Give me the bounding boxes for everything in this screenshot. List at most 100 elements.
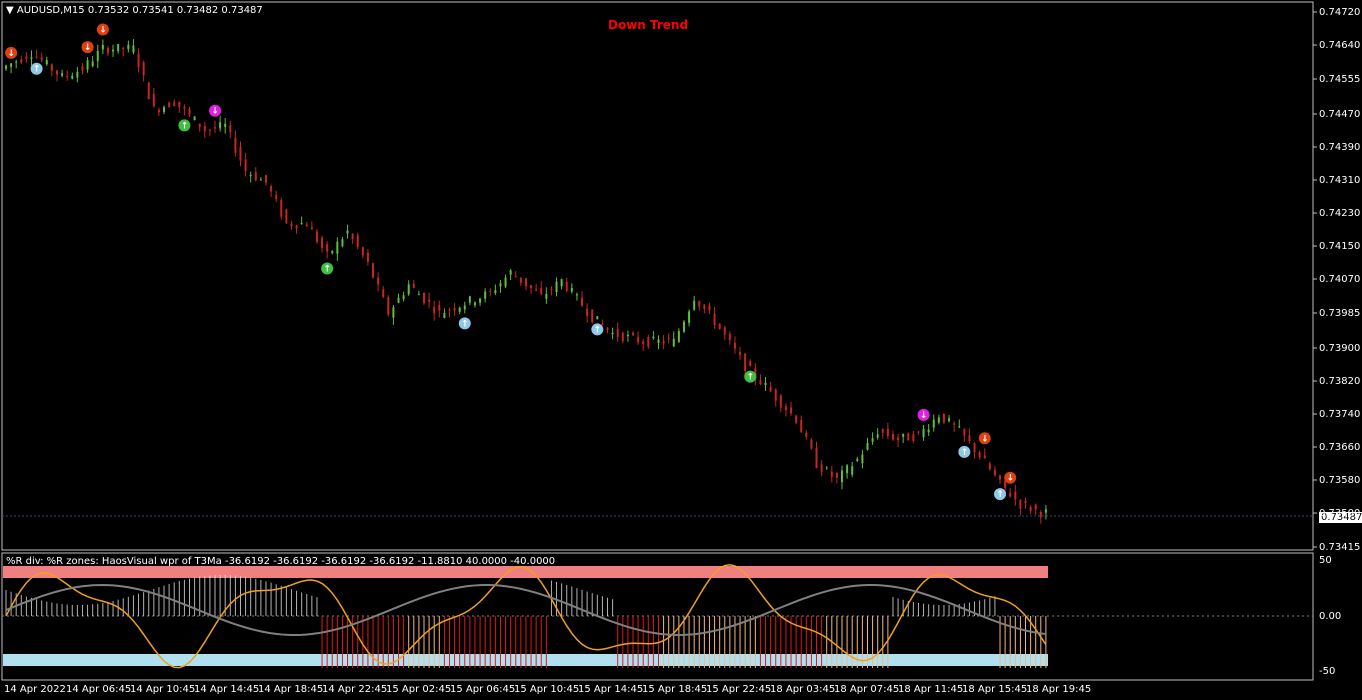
candle-body — [545, 293, 548, 299]
candle-body — [61, 73, 64, 76]
candle-body — [897, 437, 900, 441]
candle-body — [489, 290, 492, 292]
candle-body — [40, 57, 43, 61]
candle-body — [5, 65, 7, 70]
candle-body — [948, 418, 951, 422]
candle-body — [871, 438, 874, 442]
candle-body — [458, 307, 461, 312]
candle-body — [1024, 500, 1027, 504]
candle-body — [178, 101, 181, 108]
candle-body — [55, 70, 58, 75]
candle-body — [117, 43, 120, 51]
candle-body — [570, 287, 573, 292]
candle-body — [616, 328, 619, 337]
price-tick-label: 0.73660 — [1319, 442, 1361, 453]
candle-body — [876, 434, 879, 438]
candle-body — [315, 231, 318, 243]
candle-body — [540, 288, 543, 294]
candle-body — [978, 452, 981, 458]
candle-body — [198, 123, 201, 128]
candle-body — [463, 305, 466, 310]
candle-body — [988, 463, 991, 470]
candle-body — [71, 75, 74, 79]
candle-body — [157, 109, 160, 113]
candle-body — [494, 290, 497, 294]
candle-body — [137, 53, 140, 68]
candle-body — [300, 223, 303, 225]
candle-body — [473, 302, 476, 306]
candle-body — [703, 304, 706, 309]
price-tick-label: 0.73580 — [1319, 475, 1361, 486]
candle-body — [188, 108, 191, 115]
price-tick-label: 0.74720 — [1319, 7, 1361, 18]
candle-body — [112, 49, 115, 52]
candle-body — [264, 175, 267, 183]
candle-body — [682, 321, 685, 332]
candle-body — [881, 429, 884, 433]
candle-body — [336, 241, 339, 254]
candle-body — [805, 432, 808, 437]
time-tick-label: 18 Apr 03:45 — [770, 684, 836, 695]
candle-body — [565, 281, 568, 291]
candle-body — [366, 252, 369, 262]
symbol-ohlc-text: AUDUSD,M15 0.73532 0.73541 0.73482 0.734… — [16, 5, 263, 16]
candle-body — [937, 417, 940, 423]
candle-body — [285, 209, 288, 223]
candle-body — [499, 283, 502, 287]
candle-body — [606, 327, 609, 330]
candle-body — [81, 66, 84, 71]
candle-body — [723, 327, 726, 335]
candle-body — [356, 235, 359, 247]
candle-body — [168, 102, 171, 108]
signal-glyph: ↓ — [84, 43, 92, 53]
candle-body — [708, 305, 711, 311]
candle-body — [815, 447, 818, 468]
candle-body — [397, 297, 400, 303]
candle-body — [163, 107, 166, 113]
candle-body — [891, 433, 894, 440]
candle-body — [10, 63, 13, 67]
candle-body — [912, 434, 915, 442]
candle-body — [999, 475, 1002, 480]
candle-body — [152, 94, 155, 107]
candle-body — [509, 270, 512, 275]
candle-body — [886, 428, 889, 437]
price-tick-label: 0.74230 — [1319, 208, 1361, 219]
candle-body — [601, 324, 604, 326]
candle-body — [647, 337, 650, 347]
candle-body — [76, 71, 79, 78]
candle-body — [774, 389, 777, 401]
time-tick-label: 18 Apr 11:45 — [898, 684, 964, 695]
candle-body — [1029, 506, 1032, 512]
chart-canvas[interactable]: ↓↓↓↑↓↑↑↑↑↑↓↑↓↑↓ — [0, 0, 1362, 700]
candle-body — [142, 62, 145, 76]
candle-body — [351, 233, 354, 239]
candle-body — [234, 137, 237, 153]
candle-body — [147, 82, 150, 100]
candle-body — [942, 413, 945, 423]
candle-body — [219, 122, 222, 129]
candle-body — [1014, 491, 1017, 500]
signal-glyph: ↑ — [461, 319, 469, 329]
candle-body — [326, 244, 329, 252]
candle-body — [479, 298, 482, 303]
price-tick-label: 0.74070 — [1319, 274, 1361, 285]
time-tick-label: 14 Apr 14:45 — [194, 684, 260, 695]
price-tick-label: 0.73740 — [1319, 409, 1361, 420]
candle-body — [346, 230, 349, 234]
candle-body — [229, 125, 232, 133]
candle-body — [744, 353, 747, 372]
candle-body — [15, 61, 18, 63]
candle-body — [550, 289, 553, 291]
candle-body — [733, 342, 736, 349]
candle-body — [35, 56, 38, 58]
candle-body — [856, 458, 859, 461]
signal-glyph: ↑ — [961, 448, 969, 458]
candle-body — [295, 225, 298, 229]
indicator-tick-label: -50 — [1319, 666, 1336, 677]
candle-body — [825, 467, 828, 469]
time-tick-label: 18 Apr 15:45 — [962, 684, 1028, 695]
candle-body — [66, 76, 69, 78]
indicator-tick-label: 0.00 — [1319, 611, 1342, 622]
candle-body — [575, 294, 578, 296]
